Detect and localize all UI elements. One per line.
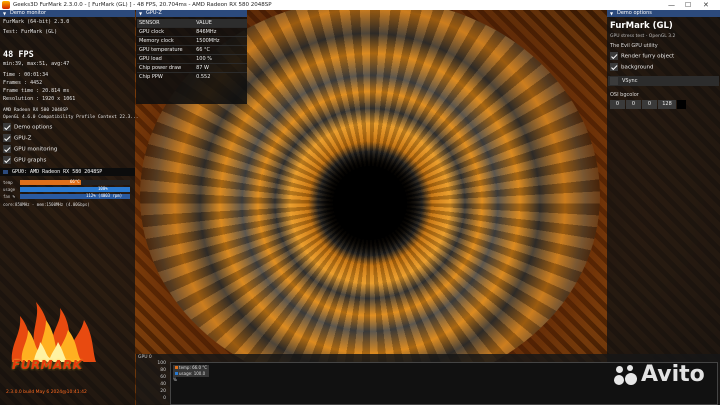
- build-info: 2.3.0.0 build May 6 2024@10:41:42: [6, 390, 87, 395]
- temp-legend-swatch: [175, 366, 178, 369]
- flame-icon: [11, 302, 96, 362]
- checkbox-checked-icon[interactable]: [3, 156, 11, 164]
- temp-bar-value: 66°C: [70, 179, 80, 184]
- temp-bar: 66°C: [20, 179, 130, 185]
- window-titlebar[interactable]: Geeks3D FurMark 2.3.0.0 - [ FurMark (GL)…: [0, 0, 720, 10]
- fan-bar: 112% (4003 rpm): [20, 193, 130, 199]
- checkbox-checked-icon[interactable]: [3, 134, 11, 142]
- usage-bar: 100%: [20, 186, 130, 192]
- gpuz-header[interactable]: ▼ GPU-Z: [136, 10, 247, 17]
- usage-legend-swatch: [175, 372, 178, 375]
- collapse-arrow-icon[interactable]: ▼: [3, 10, 6, 17]
- sensor-column-header: SENSOR: [137, 19, 195, 28]
- usage-bar-value: 100%: [98, 186, 108, 191]
- y-tick-label: 100: [157, 361, 166, 366]
- usage-bar-label: usage: [3, 187, 16, 192]
- table-row: Chip power draw 87 W: [137, 63, 247, 73]
- demo-options-toggle[interactable]: Demo options: [3, 123, 52, 132]
- value-column-header: VALUE: [194, 19, 247, 28]
- evil-utility-label: The Evil GPU utility: [610, 43, 658, 49]
- gpu-graphs-toggle[interactable]: GPU graphs: [3, 156, 46, 165]
- furmark-logo: FURMARK: [8, 300, 100, 388]
- y-tick-label: 60: [160, 375, 166, 380]
- checkbox-checked-icon[interactable]: [3, 145, 11, 153]
- table-row: Chip PPW 0.552: [137, 72, 247, 81]
- checkbox-unchecked-icon[interactable]: [610, 77, 618, 85]
- furmark-wordmark: FURMARK: [12, 358, 83, 372]
- avito-wordmark: Avito: [641, 362, 705, 387]
- y-tick-label: 40: [160, 382, 166, 387]
- fan-bar-label: fan %: [3, 194, 16, 199]
- clock-readout: core:850MHz - mem:1500MHz (4.00Gbps): [3, 202, 90, 207]
- demo-subtitle: GPU stress test - OpenGL 3.2: [610, 34, 676, 39]
- bgcolor-r-input[interactable]: 0: [610, 100, 625, 109]
- temp-bar-label: temp: [3, 180, 13, 185]
- checkbox-checked-icon[interactable]: [610, 52, 618, 60]
- frames-readout: Frames : 4452: [3, 80, 43, 86]
- gpu-monitoring-toggle[interactable]: GPU monitoring: [3, 145, 57, 154]
- test-name: Test: FurMark (GL): [3, 29, 58, 35]
- render-furry-toggle[interactable]: Render furry object: [610, 52, 674, 61]
- demo-options-header[interactable]: ▼ Demo options: [607, 10, 720, 17]
- fan-bar-value: 112% (4003 rpm): [86, 193, 123, 198]
- avito-watermark: Avito: [612, 362, 705, 387]
- checkbox-checked-icon[interactable]: [3, 123, 11, 131]
- table-row: GPU load 100 %: [137, 54, 247, 64]
- avito-dots-icon: [612, 364, 638, 386]
- time-readout: Time : 00:01:34: [3, 72, 49, 78]
- minimize-button[interactable]: —: [668, 0, 675, 10]
- frame-time-readout: Frame time : 20.814 ms: [3, 88, 70, 94]
- gpuz-panel: ▼ GPU-Z SENSOR VALUE GPU clock 846MHz Mem…: [136, 10, 247, 104]
- vsync-toggle[interactable]: VSync: [608, 76, 719, 86]
- demo-title: FurMark (GL): [610, 21, 673, 31]
- bgcolor-label: OSI bgcolor: [610, 92, 639, 98]
- gpuz-toggle[interactable]: GPU-Z: [3, 134, 31, 143]
- furmark-app-icon: [2, 1, 10, 9]
- maximize-button[interactable]: ☐: [685, 0, 691, 10]
- collapse-arrow-icon[interactable]: ▼: [139, 10, 142, 17]
- close-button[interactable]: ✕: [703, 0, 709, 10]
- demo-options-panel: ▼ Demo options FurMark (GL) GPU stress t…: [607, 10, 720, 405]
- gpu-color-icon: [3, 170, 8, 174]
- graph-legend: temp: 66.0 °C usage: 100.0 %: [173, 365, 209, 382]
- bgcolor-b-input[interactable]: 0: [642, 100, 657, 109]
- background-toggle[interactable]: background: [610, 63, 654, 72]
- opengl-info: OpenGL 4.6.0 Compatibility Profile Conte…: [3, 115, 139, 120]
- table-row: GPU clock 846MHz: [137, 27, 247, 37]
- gpu-name: AMD Radeon RX 580 2048SP: [3, 108, 69, 113]
- fps-stats: min:39, max:51, avg:47: [3, 61, 70, 67]
- table-row: Memory clock 1500MHz: [137, 36, 247, 46]
- checkbox-checked-icon[interactable]: [610, 63, 618, 71]
- resolution-readout: Resolution : 1920 x 1061: [3, 96, 76, 102]
- bgcolor-g-input[interactable]: 0: [626, 100, 641, 109]
- fps-readout: 48 FPS: [3, 50, 34, 60]
- demo-monitor-header[interactable]: ▼ Demo monitor: [0, 10, 135, 17]
- y-tick-label: 20: [160, 389, 166, 394]
- graph-label: GPU 0: [138, 355, 152, 360]
- table-row: GPU temperature 66 °C: [137, 45, 247, 55]
- collapse-arrow-icon[interactable]: ▼: [610, 10, 613, 17]
- y-tick-label: 80: [160, 368, 166, 373]
- bgcolor-a-input[interactable]: 128: [658, 100, 676, 109]
- gpu-monitor-header: GPU0: AMD Radeon RX 580 2048SP: [0, 168, 135, 176]
- bgcolor-inputs: 0 0 0 128: [610, 100, 686, 109]
- window-title: Geeks3D FurMark 2.3.0.0 - [ FurMark (GL)…: [13, 2, 272, 8]
- bgcolor-swatch[interactable]: [677, 100, 686, 109]
- donut-hole: [333, 166, 407, 241]
- temp-legend: temp: 66.0 °C: [179, 365, 208, 370]
- gpuz-sensor-table: SENSOR VALUE GPU clock 846MHz Memory cloc…: [137, 19, 247, 81]
- y-tick-label: 0: [163, 396, 166, 401]
- app-version: FurMark (64-bit) 2.3.0: [3, 19, 70, 25]
